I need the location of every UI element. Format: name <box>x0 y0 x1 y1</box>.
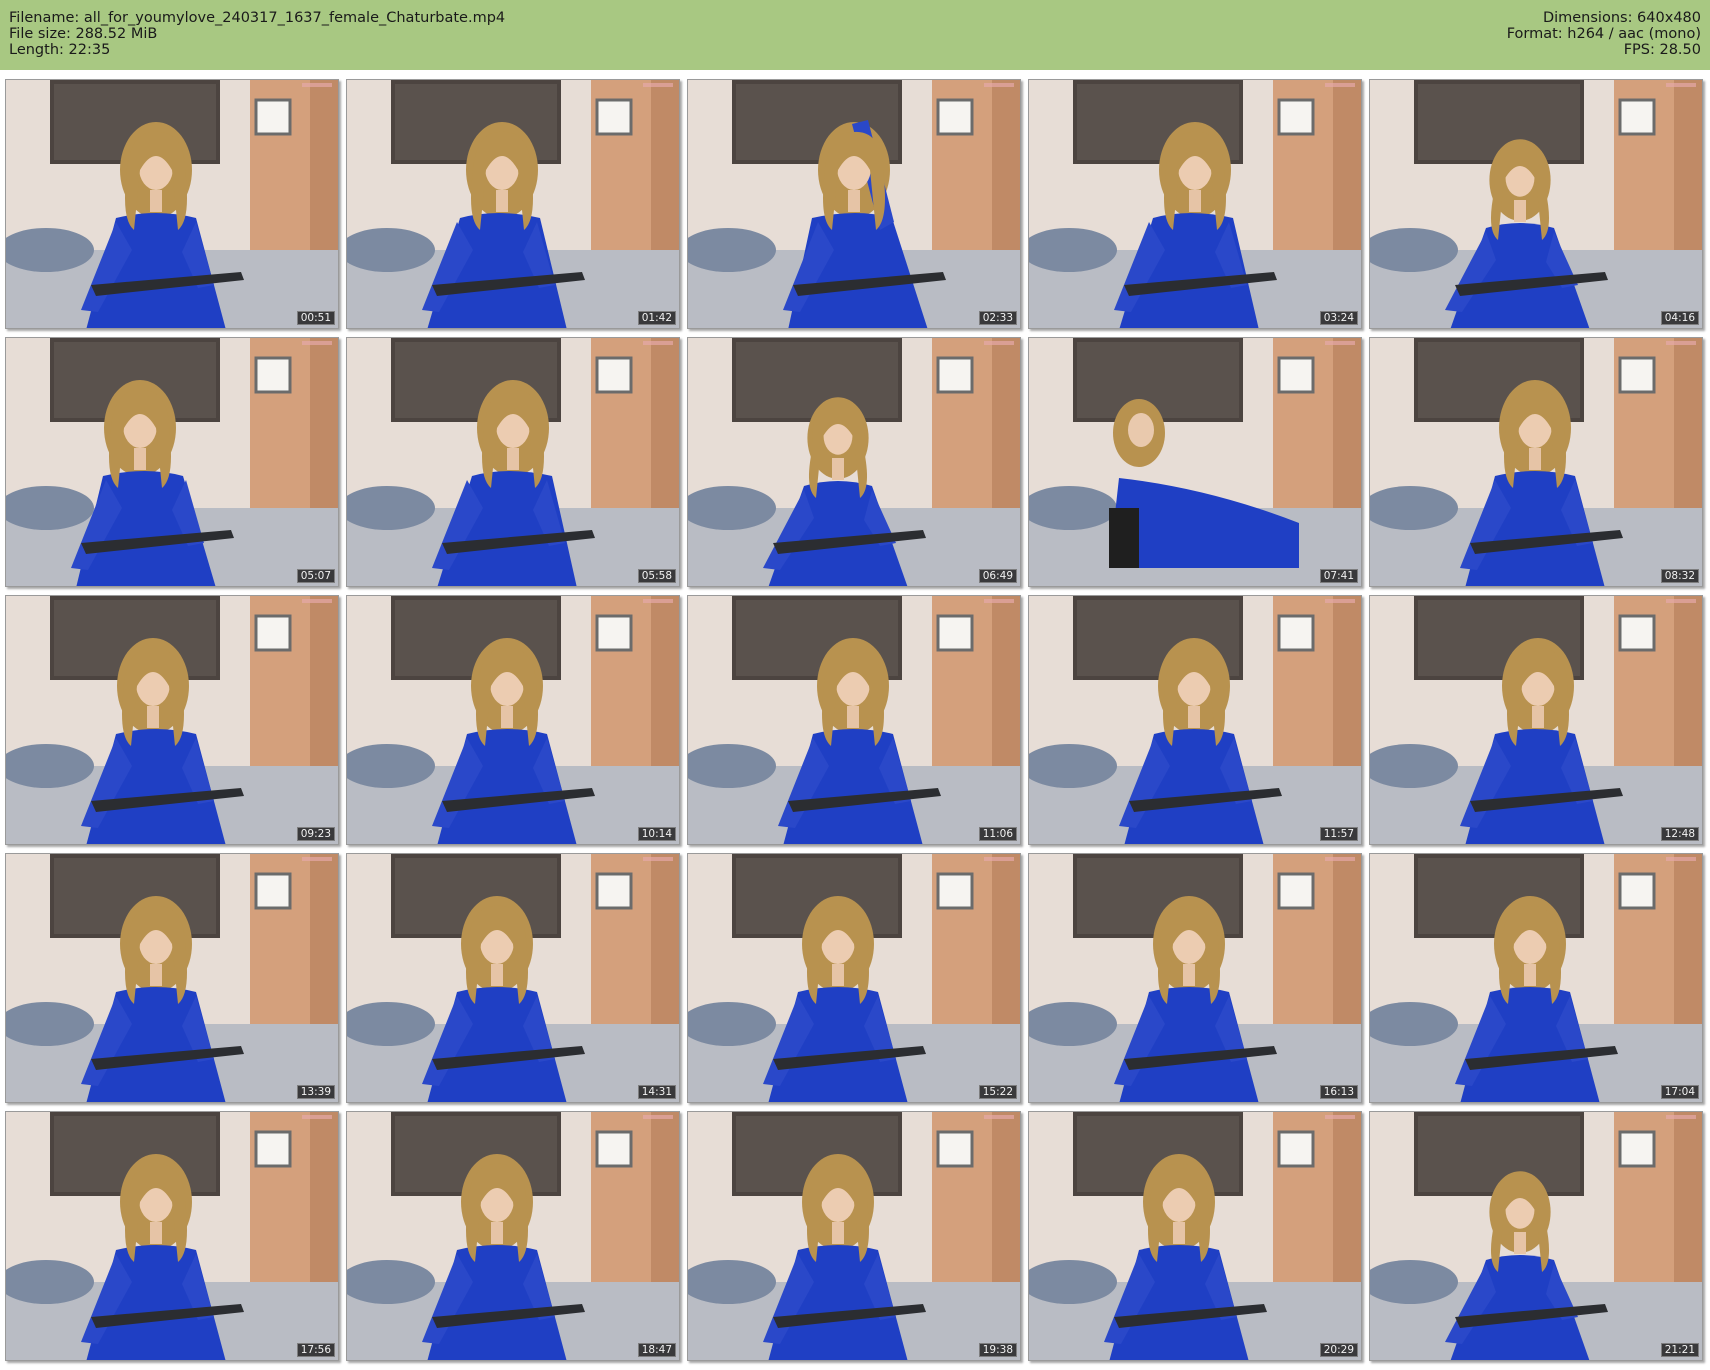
timestamp-label: 17:04 <box>1660 1085 1699 1099</box>
timestamp-label: 01:42 <box>637 311 676 325</box>
timestamp-label: 17:56 <box>296 1343 335 1357</box>
video-thumbnail: 10:14 <box>346 595 680 845</box>
video-thumbnail: 05:07 <box>5 337 339 587</box>
thumbnail-frame <box>1370 338 1702 586</box>
thumbnail-frame <box>688 1112 1020 1360</box>
thumbnail-frame <box>1370 854 1702 1102</box>
thumbnail-frame <box>1029 596 1361 844</box>
thumbnail-frame <box>688 596 1020 844</box>
thumbnail-frame <box>1370 1112 1702 1360</box>
thumbnail-frame <box>347 854 679 1102</box>
video-thumbnail: 13:39 <box>5 853 339 1103</box>
timestamp-label: 02:33 <box>978 311 1017 325</box>
thumbnail-frame <box>6 1112 338 1360</box>
video-thumbnail: 11:06 <box>687 595 1021 845</box>
timestamp-label: 21:21 <box>1660 1343 1699 1357</box>
thumbnail-frame <box>688 854 1020 1102</box>
file-size-text: File size: 288.52 MiB <box>9 26 158 42</box>
timestamp-label: 05:07 <box>296 569 335 583</box>
timestamp-label: 04:16 <box>1660 311 1699 325</box>
thumbnail-frame <box>1370 596 1702 844</box>
video-thumbnail: 03:24 <box>1028 79 1362 329</box>
length-text: Length: 22:35 <box>9 42 111 58</box>
video-thumbnail: 17:56 <box>5 1111 339 1361</box>
thumbnail-frame <box>1029 338 1361 586</box>
format-text: Format: h264 / aac (mono) <box>1506 26 1701 42</box>
thumbnail-frame <box>347 80 679 328</box>
video-thumbnail: 20:29 <box>1028 1111 1362 1361</box>
thumbnail-frame <box>6 338 338 586</box>
video-thumbnail: 07:41 <box>1028 337 1362 587</box>
video-thumbnail: 01:42 <box>346 79 680 329</box>
timestamp-label: 00:51 <box>296 311 335 325</box>
fps-text: FPS: 28.50 <box>1623 42 1701 58</box>
video-thumbnail: 21:21 <box>1369 1111 1703 1361</box>
timestamp-label: 15:22 <box>978 1085 1017 1099</box>
video-thumbnail: 17:04 <box>1369 853 1703 1103</box>
timestamp-label: 11:57 <box>1319 827 1358 841</box>
timestamp-label: 07:41 <box>1319 569 1358 583</box>
thumbnail-frame <box>688 338 1020 586</box>
timestamp-label: 11:06 <box>978 827 1017 841</box>
filename-text: Filename: all_for_youmylove_240317_1637_… <box>9 10 506 26</box>
timestamp-label: 05:58 <box>637 569 676 583</box>
thumbnail-frame <box>1370 80 1702 328</box>
thumbnail-frame <box>688 80 1020 328</box>
timestamp-label: 16:13 <box>1319 1085 1358 1099</box>
video-thumbnail: 08:32 <box>1369 337 1703 587</box>
timestamp-label: 10:14 <box>637 827 676 841</box>
timestamp-label: 09:23 <box>296 827 335 841</box>
timestamp-label: 18:47 <box>637 1343 676 1357</box>
video-thumbnail: 05:58 <box>346 337 680 587</box>
timestamp-label: 03:24 <box>1319 311 1358 325</box>
thumbnail-frame <box>1029 80 1361 328</box>
info-left: Filename: all_for_youmylove_240317_1637_… <box>9 10 505 58</box>
thumbnail-grid: 00:51 01:42 02:33 03:24 04:16 05:07 05:58 06:49… <box>0 76 1710 1370</box>
timestamp-label: 12:48 <box>1660 827 1699 841</box>
video-thumbnail: 16:13 <box>1028 853 1362 1103</box>
thumbnail-frame <box>347 1112 679 1360</box>
timestamp-label: 06:49 <box>978 569 1017 583</box>
dimensions-text: Dimensions: 640x480 <box>1542 10 1701 26</box>
video-thumbnail: 09:23 <box>5 595 339 845</box>
video-thumbnail: 19:38 <box>687 1111 1021 1361</box>
video-thumbnail: 11:57 <box>1028 595 1362 845</box>
thumbnail-frame <box>6 596 338 844</box>
info-header: Filename: all_for_youmylove_240317_1637_… <box>0 0 1710 70</box>
video-thumbnail: 12:48 <box>1369 595 1703 845</box>
thumbnail-frame <box>347 596 679 844</box>
thumbnail-frame <box>1029 854 1361 1102</box>
timestamp-label: 08:32 <box>1660 569 1699 583</box>
thumbnail-frame <box>347 338 679 586</box>
timestamp-label: 14:31 <box>637 1085 676 1099</box>
timestamp-label: 20:29 <box>1319 1343 1358 1357</box>
timestamp-label: 19:38 <box>978 1343 1017 1357</box>
info-right: Dimensions: 640x480 Format: h264 / aac (… <box>1507 10 1701 58</box>
video-thumbnail: 04:16 <box>1369 79 1703 329</box>
video-thumbnail: 06:49 <box>687 337 1021 587</box>
timestamp-label: 13:39 <box>296 1085 335 1099</box>
video-thumbnail: 15:22 <box>687 853 1021 1103</box>
thumbnail-frame <box>6 80 338 328</box>
video-thumbnail: 00:51 <box>5 79 339 329</box>
thumbnail-frame <box>1029 1112 1361 1360</box>
thumbnail-frame <box>6 854 338 1102</box>
video-thumbnail: 14:31 <box>346 853 680 1103</box>
video-thumbnail: 02:33 <box>687 79 1021 329</box>
video-thumbnail: 18:47 <box>346 1111 680 1361</box>
